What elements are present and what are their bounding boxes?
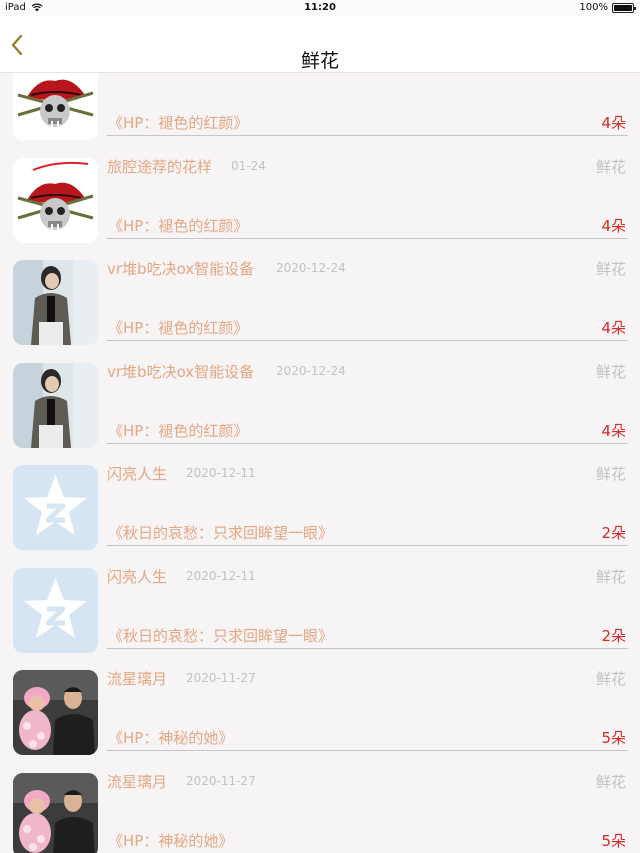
- gift-type: 鲜花: [595, 157, 626, 176]
- qq-star-avatar[interactable]: [13, 465, 98, 550]
- book-title[interactable]: 《秋日的哀愁：只求回眸望一眼》: [108, 522, 333, 543]
- list-item[interactable]: 流星璃月 2020-11-27 鲜花《HP：神秘的她》 5朵: [0, 664, 640, 766]
- sender-name: 流星璃月: [107, 670, 168, 688]
- book-title[interactable]: 《HP：褪色的红颜》: [108, 215, 248, 236]
- list-item[interactable]: 旅腔途荐的花样 01-24 鲜花《HP：褪色的红颜》 4朵: [0, 152, 640, 254]
- book-title[interactable]: 《HP：神秘的她》: [108, 727, 233, 748]
- row-divider: [107, 647, 628, 649]
- qq-star-avatar[interactable]: [13, 567, 98, 653]
- list-item[interactable]: 流星璃月 2020-11-27 鲜花《HP：神秘的她》 5朵: [0, 767, 640, 853]
- status-right: 100%: [579, 2, 636, 13]
- flower-count: 2朵: [601, 524, 626, 542]
- sender-name: 旅腔途荐的花样: [107, 157, 213, 176]
- sender-name: 闪亮人生: [107, 465, 168, 483]
- send-date: 2020-11-27: [186, 671, 256, 685]
- send-date: 2020-11-27: [186, 773, 256, 788]
- book-title[interactable]: 《秋日的哀愁：只求回眸望一眼》: [108, 625, 333, 646]
- battery-icon: [612, 2, 636, 13]
- book-title[interactable]: 《HP：褪色的红颜》: [108, 420, 248, 441]
- flower-count: 4朵: [601, 114, 626, 132]
- row-divider: [107, 237, 628, 239]
- list-item[interactable]: vr堆b吃决ox智能设备 2020-12-24 鲜花《HP：褪色的红颜》 4朵: [0, 357, 640, 459]
- list-item[interactable]: 闪亮人生 2020-12-11 鲜花《秋日的哀愁：只求回眸望一眼》 2朵: [0, 562, 640, 664]
- family-photo-avatar[interactable]: [13, 772, 98, 853]
- flower-count: 4朵: [601, 216, 626, 235]
- row-divider: [107, 545, 628, 546]
- list-item[interactable]: vr堆b吃决ox智能设备 2020-12-24 鲜花《HP：褪色的红颜》 4朵: [0, 254, 640, 356]
- battery-percent: 100%: [579, 2, 608, 13]
- book-title[interactable]: 《HP：褪色的红颜》: [108, 317, 248, 338]
- send-date: 2020-12-24: [276, 261, 346, 275]
- flower-count: 2朵: [601, 626, 626, 645]
- send-date: 2020-12-11: [186, 568, 256, 583]
- sender-name: vr堆b吃决ox智能设备: [107, 260, 255, 278]
- gift-type: 鲜花: [595, 465, 626, 483]
- flower-count: 5朵: [601, 729, 626, 747]
- flower-count: 4朵: [601, 319, 626, 337]
- gift-type: 鲜花: [595, 772, 626, 791]
- row-divider: [107, 750, 628, 751]
- flower-count: 4朵: [601, 421, 626, 440]
- send-date: 2020-12-11: [186, 466, 256, 480]
- battery-fill: [614, 4, 632, 11]
- gift-type: 鲜花: [595, 362, 626, 381]
- gift-type: 鲜花: [595, 670, 626, 688]
- status-bar: iPad 11:20 100%: [0, 0, 640, 17]
- person-photo-avatar[interactable]: [13, 260, 98, 345]
- gift-type: 鲜花: [595, 567, 626, 586]
- navigation-bar: 鲜花: [0, 17, 640, 73]
- list-item[interactable]: 闪亮人生 2020-12-11 鲜花《秋日的哀愁：只求回眸望一眼》 2朵: [0, 459, 640, 561]
- gift-type: 鲜花: [595, 260, 626, 278]
- pirate-skull-avatar[interactable]: [13, 157, 98, 243]
- row-divider: [107, 340, 628, 341]
- sender-name: vr堆b吃决ox智能设备: [107, 362, 255, 381]
- book-title[interactable]: 《HP：褪色的红颜》: [108, 112, 248, 133]
- family-photo-avatar[interactable]: [13, 670, 98, 755]
- page-title: 鲜花: [300, 50, 339, 72]
- sender-name: 闪亮人生: [107, 567, 168, 586]
- row-divider: [107, 442, 628, 444]
- status-time: 11:20: [304, 2, 336, 13]
- sender-name: 流星璃月: [107, 772, 168, 791]
- row-divider: [107, 135, 628, 136]
- book-title[interactable]: 《HP：神秘的她》: [108, 830, 233, 851]
- send-date: 01-24: [231, 158, 266, 173]
- flower-count: 5朵: [601, 831, 626, 850]
- person-photo-avatar[interactable]: [13, 362, 98, 448]
- send-date: 2020-12-24: [276, 363, 346, 378]
